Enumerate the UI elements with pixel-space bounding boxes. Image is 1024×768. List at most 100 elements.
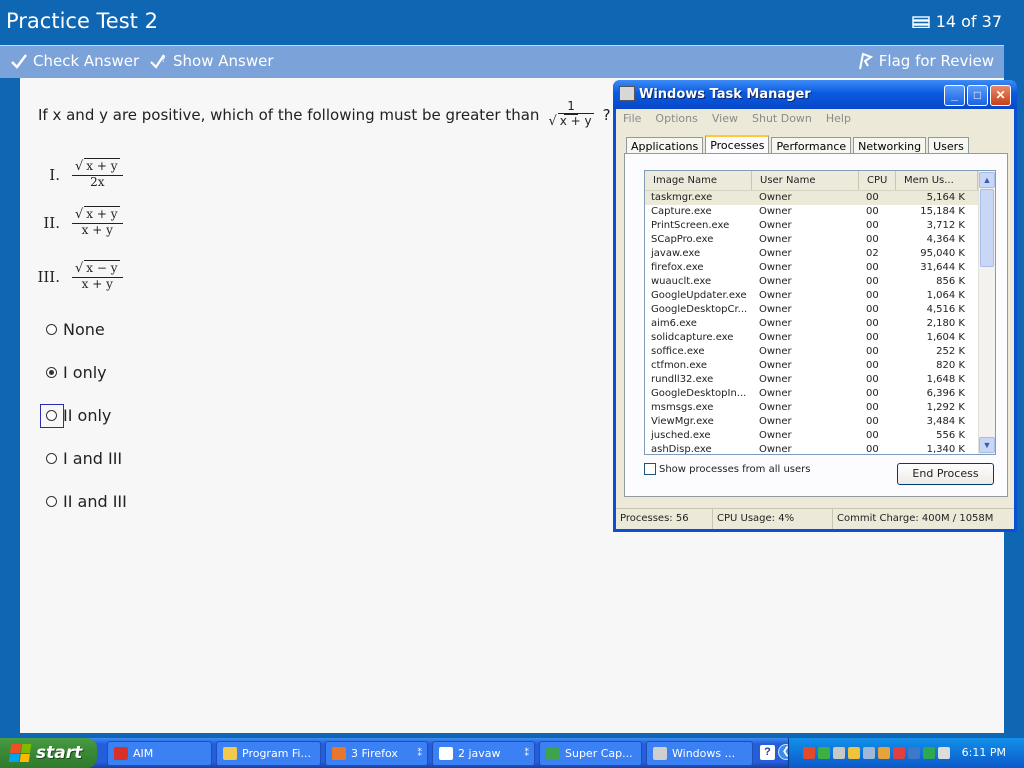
app-header: Practice Test 2 14 of 37 (0, 0, 1024, 45)
start-button[interactable]: start (0, 738, 97, 768)
column-mem-usage[interactable]: Mem Us... (896, 171, 978, 190)
toolbar: Check Answer ? Show Answer Flag for Revi… (0, 45, 1004, 78)
checkbox[interactable] (644, 463, 656, 475)
process-row[interactable]: taskmgr.exe Owner 00 5,164 K (645, 191, 978, 205)
process-row[interactable]: GoogleUpdater.exe Owner 00 1,064 K (645, 289, 978, 303)
menu-view[interactable]: View (712, 112, 738, 125)
process-row[interactable]: soffice.exe Owner 00 252 K (645, 345, 978, 359)
column-cpu[interactable]: CPU (859, 171, 896, 190)
flag-review-button[interactable]: Flag for Review (856, 52, 994, 70)
show-answer-button[interactable]: ? Show Answer (150, 52, 274, 70)
help-icon[interactable]: ? (760, 745, 775, 760)
choice-ii-and-iii[interactable]: II and III (46, 492, 127, 511)
process-image-name: Capture.exe (651, 206, 712, 217)
taskbar-button[interactable]: Super Cap... (539, 741, 642, 766)
process-image-name: PrintScreen.exe (651, 220, 730, 231)
tray-icon-3[interactable] (833, 747, 845, 759)
process-row[interactable]: firefox.exe Owner 00 31,644 K (645, 261, 978, 275)
process-mem-usage: 4,364 K (926, 234, 965, 245)
tray-icon-4[interactable] (848, 747, 860, 759)
column-user-name[interactable]: User Name (752, 171, 859, 190)
tray-icon-9[interactable] (923, 747, 935, 759)
tab-applications[interactable]: Applications (626, 137, 704, 154)
menu-file[interactable]: File (623, 112, 641, 125)
clock[interactable]: 6:11 PM (962, 746, 1006, 759)
tab-strip: Applications Processes Performance Netwo… (626, 134, 971, 155)
process-cpu: 00 (866, 318, 879, 329)
taskbar-button[interactable]: 3 Firefox ⁑ (325, 741, 428, 766)
scroll-down-icon[interactable]: ▼ (979, 437, 995, 453)
column-image-name[interactable]: Image Name (645, 171, 752, 190)
tray-icon-7[interactable] (893, 747, 905, 759)
choice-ii-only[interactable]: II only (46, 406, 111, 425)
page-counter-text: 14 of 37 (935, 12, 1002, 31)
taskbar-button[interactable]: Windows ... (646, 741, 753, 766)
process-image-name: msmsgs.exe (651, 402, 714, 413)
tab-performance[interactable]: Performance (771, 137, 852, 154)
radio-button-selected[interactable] (46, 367, 57, 378)
choice-i-only[interactable]: I only (46, 363, 107, 382)
menu-shut-down[interactable]: Shut Down (752, 112, 812, 125)
tray-icon-5[interactable] (863, 747, 875, 759)
check-answer-button[interactable]: Check Answer (10, 52, 139, 70)
scrollbar-thumb[interactable] (980, 189, 994, 267)
process-row[interactable]: PrintScreen.exe Owner 00 3,712 K (645, 219, 978, 233)
process-row[interactable]: ctfmon.exe Owner 00 820 K (645, 359, 978, 373)
process-cpu: 00 (866, 206, 879, 217)
tab-networking[interactable]: Networking (853, 137, 927, 154)
radio-button[interactable] (46, 410, 57, 421)
scroll-up-icon[interactable]: ▲ (979, 172, 995, 188)
process-row[interactable]: ViewMgr.exe Owner 00 3,484 K (645, 415, 978, 429)
taskbar-button[interactable]: AIM (107, 741, 212, 766)
process-user-name: Owner (759, 430, 792, 441)
checkmark-question-icon: ? (150, 54, 166, 69)
process-row[interactable]: solidcapture.exe Owner 00 1,604 K (645, 331, 978, 345)
close-button[interactable]: ✕ (990, 85, 1011, 106)
tray-icon-6[interactable] (878, 747, 890, 759)
status-bar: Processes: 56 CPU Usage: 4% Commit Charg… (616, 508, 1014, 529)
menu-help[interactable]: Help (826, 112, 851, 125)
tab-users[interactable]: Users (928, 137, 969, 154)
tray-icon-10[interactable] (938, 747, 950, 759)
task-manager-titlebar[interactable]: Windows Task Manager _ □ ✕ (613, 80, 1017, 109)
process-user-name: Owner (759, 444, 792, 455)
process-mem-usage: 1,648 K (926, 374, 965, 385)
minimize-button[interactable]: _ (944, 85, 965, 106)
process-row[interactable]: aim6.exe Owner 00 2,180 K (645, 317, 978, 331)
scrollbar[interactable]: ▲ ▼ (978, 171, 995, 454)
process-row[interactable]: ashDisp.exe Owner 00 1,340 K (645, 443, 978, 455)
radio-button[interactable] (46, 453, 57, 464)
maximize-button[interactable]: □ (967, 85, 988, 106)
end-process-button[interactable]: End Process (897, 463, 994, 485)
process-row[interactable]: GoogleDesktopCr... Owner 00 4,516 K (645, 303, 978, 317)
process-row[interactable]: msmsgs.exe Owner 00 1,292 K (645, 401, 978, 415)
process-mem-usage: 95,040 K (920, 248, 965, 259)
process-user-name: Owner (759, 290, 792, 301)
show-all-users-checkbox[interactable]: Show processes from all users (644, 463, 810, 475)
radio-button[interactable] (46, 324, 57, 335)
choice-none[interactable]: None (46, 320, 105, 339)
process-row[interactable]: javaw.exe Owner 02 95,040 K (645, 247, 978, 261)
taskbar-button[interactable]: Program Fi... (216, 741, 321, 766)
menu-options[interactable]: Options (655, 112, 697, 125)
process-row[interactable]: jusched.exe Owner 00 556 K (645, 429, 978, 443)
process-row[interactable]: wuauclt.exe Owner 00 856 K (645, 275, 978, 289)
radio-button[interactable] (46, 496, 57, 507)
process-row[interactable]: rundll32.exe Owner 00 1,648 K (645, 373, 978, 387)
tab-processes[interactable]: Processes (705, 135, 770, 155)
process-row[interactable]: Capture.exe Owner 00 15,184 K (645, 205, 978, 219)
process-row[interactable]: GoogleDesktopIn... Owner 00 6,396 K (645, 387, 978, 401)
process-list-header: Image Name User Name CPU Mem Us... (645, 171, 978, 191)
tray-icon-8[interactable] (908, 747, 920, 759)
process-user-name: Owner (759, 416, 792, 427)
choice-i-and-iii[interactable]: I and III (46, 449, 122, 468)
choice-label: I and III (63, 449, 123, 468)
process-list[interactable]: Image Name User Name CPU Mem Us... taskm… (644, 170, 996, 455)
tray-icon-2[interactable] (818, 747, 830, 759)
sqrt-icon: √ (75, 207, 84, 222)
taskbar-button[interactable]: 2 javaw ⁑ (432, 741, 535, 766)
process-row[interactable]: SCapPro.exe Owner 00 4,364 K (645, 233, 978, 247)
radicand: x + y (557, 112, 594, 128)
taskbar-button-label: Program Fi... (242, 747, 311, 760)
tray-icon-1[interactable] (803, 747, 815, 759)
